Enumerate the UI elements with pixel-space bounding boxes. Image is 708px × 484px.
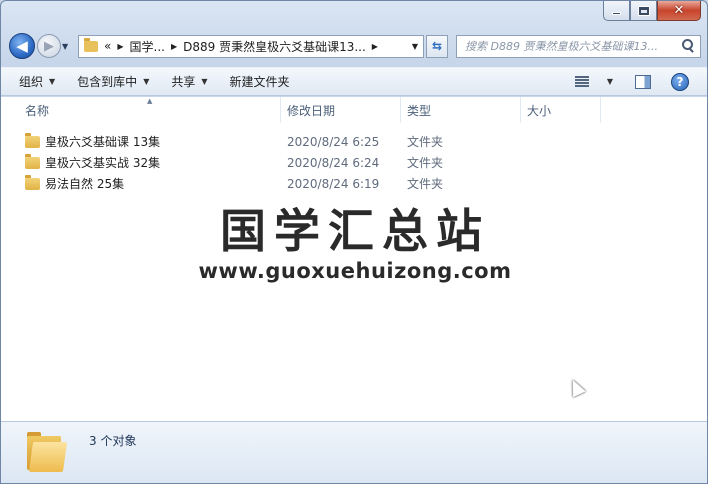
column-header-type[interactable]: 类型 xyxy=(401,97,521,123)
back-arrow-icon: ◀ xyxy=(16,37,28,55)
file-name-cell: 易法自然 25集 xyxy=(25,174,281,192)
folder-icon xyxy=(25,153,40,169)
file-date: 2020/8/24 6:19 xyxy=(287,176,380,191)
file-type: 文件夹 xyxy=(407,156,444,170)
maximize-icon xyxy=(638,6,649,15)
mouse-cursor-icon xyxy=(566,376,586,398)
large-folder-icon xyxy=(27,432,68,474)
file-type: 文件夹 xyxy=(407,135,444,149)
column-headers: ▲ 名称 修改日期 类型 大小 xyxy=(1,97,707,123)
recent-pages-dropdown[interactable]: ▼ xyxy=(62,42,72,51)
watermark-url: www.guoxuehuizong.com xyxy=(198,259,512,283)
file-name-cell: 皇极六爻基础课 13集 xyxy=(25,132,281,150)
minimize-icon xyxy=(612,12,621,15)
new-folder-button[interactable]: 新建文件夹 xyxy=(230,73,290,90)
folder-icon xyxy=(25,132,40,148)
watermark-title: 国学汇总站 xyxy=(220,204,490,258)
chevron-right-icon[interactable]: ▶ xyxy=(171,42,177,51)
dropdown-arrow-icon: ▼ xyxy=(143,77,150,86)
column-name-label: 名称 xyxy=(25,103,50,118)
share-menu[interactable]: 共享 ▼ xyxy=(171,73,207,90)
new-folder-label: 新建文件夹 xyxy=(229,75,290,89)
column-date-label: 修改日期 xyxy=(287,103,336,118)
view-controls: ▼ ? xyxy=(574,72,689,91)
file-list: ▲ 名称 修改日期 类型 大小 皇极六爻基础课 13集 2020/8/24 6:2… xyxy=(1,97,707,421)
column-type-label: 类型 xyxy=(407,103,432,118)
command-bar: 组织 ▼ 包含到库中 ▼ 共享 ▼ 新建文件夹 ▼ ? xyxy=(1,67,707,96)
views-dropdown[interactable]: ▼ xyxy=(607,77,613,86)
column-header-size[interactable]: 大小 xyxy=(521,97,601,123)
folder-icon xyxy=(84,37,98,52)
sort-ascending-icon: ▲ xyxy=(147,97,153,105)
file-date: 2020/8/24 6:24 xyxy=(287,155,380,170)
include-in-library-menu[interactable]: 包含到库中 ▼ xyxy=(77,73,149,90)
explorer-window: ✕ ◀ ▶ ▼ « ▶ 国学... ▶ D889 贾秉然皇极六爻基础课13...… xyxy=(0,0,708,484)
breadcrumb-overflow[interactable]: « xyxy=(104,39,111,53)
file-rows: 皇极六爻基础课 13集 2020/8/24 6:25 文件夹 皇极六爻基实战 3… xyxy=(25,131,521,194)
maximize-button[interactable] xyxy=(630,1,657,21)
back-button[interactable]: ◀ xyxy=(9,33,35,59)
file-name: 皇极六爻基实战 32集 xyxy=(45,156,161,170)
chevron-right-icon[interactable]: ▶ xyxy=(117,42,123,51)
breadcrumb-item[interactable]: D889 贾秉然皇极六爻基础课13... xyxy=(183,38,366,55)
list-item[interactable]: 皇极六爻基实战 32集 2020/8/24 6:24 文件夹 xyxy=(25,152,521,173)
help-icon[interactable]: ? xyxy=(671,72,689,91)
views-icon[interactable] xyxy=(574,75,589,88)
minimize-button[interactable] xyxy=(603,1,630,21)
file-type: 文件夹 xyxy=(407,177,444,191)
address-history-dropdown[interactable]: ▼ xyxy=(407,42,423,51)
column-header-name[interactable]: ▲ 名称 xyxy=(1,97,281,123)
dropdown-arrow-icon: ▼ xyxy=(201,77,208,86)
folder-icon xyxy=(25,174,40,190)
close-button[interactable]: ✕ xyxy=(657,1,701,21)
breadcrumb-item[interactable]: 国学... xyxy=(130,38,165,55)
column-size-label: 大小 xyxy=(527,103,552,118)
chevron-right-icon[interactable]: ▶ xyxy=(372,42,378,51)
search-box[interactable]: 搜索 D889 贾秉然皇极六爻基础课13... xyxy=(456,34,701,58)
preview-pane-icon[interactable] xyxy=(635,74,651,89)
forward-arrow-icon: ▶ xyxy=(44,38,54,54)
search-icon[interactable] xyxy=(680,38,696,54)
details-pane: 3 个对象 xyxy=(1,421,707,483)
close-icon: ✕ xyxy=(673,3,685,18)
include-library-label: 包含到库中 xyxy=(77,75,138,89)
address-bar[interactable]: « ▶ 国学... ▶ D889 贾秉然皇极六爻基础课13... ▶ ▼ xyxy=(78,34,424,58)
list-item[interactable]: 皇极六爻基础课 13集 2020/8/24 6:25 文件夹 xyxy=(25,131,521,152)
navigation-bar: ◀ ▶ ▼ « ▶ 国学... ▶ D889 贾秉然皇极六爻基础课13... ▶… xyxy=(9,31,701,61)
organize-label: 组织 xyxy=(19,75,44,89)
forward-button[interactable]: ▶ xyxy=(37,34,61,58)
file-name: 易法自然 25集 xyxy=(45,177,125,191)
column-header-date[interactable]: 修改日期 xyxy=(281,97,401,123)
share-label: 共享 xyxy=(171,75,196,89)
file-date: 2020/8/24 6:25 xyxy=(287,134,380,149)
file-name-cell: 皇极六爻基实战 32集 xyxy=(25,153,281,171)
dropdown-arrow-icon: ▼ xyxy=(49,77,56,86)
file-name: 皇极六爻基础课 13集 xyxy=(45,135,161,149)
search-input[interactable]: 搜索 D889 贾秉然皇极六爻基础课13... xyxy=(465,38,680,54)
refresh-button[interactable]: ⇆ xyxy=(426,34,448,58)
organize-menu[interactable]: 组织 ▼ xyxy=(19,73,55,90)
refresh-icon: ⇆ xyxy=(431,39,443,53)
list-item[interactable]: 易法自然 25集 2020/8/24 6:19 文件夹 xyxy=(25,173,521,194)
caption-buttons: ✕ xyxy=(603,1,701,21)
object-count: 3 个对象 xyxy=(89,434,137,448)
